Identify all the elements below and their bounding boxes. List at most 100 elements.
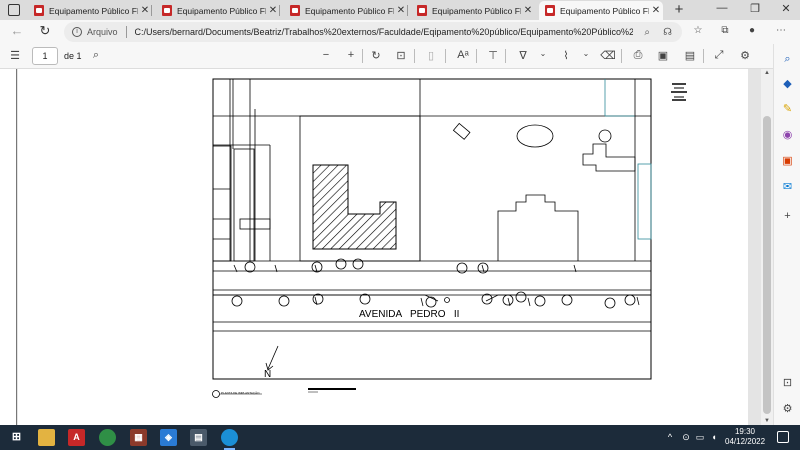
browser-tab-5-active[interactable]: Equipamento Público FINAL ✕ [539,1,663,20]
contents-icon[interactable]: ☰ [7,49,23,62]
text-options-icon[interactable]: Aᵃ [455,49,471,61]
page-left-edge [0,69,17,425]
calculator-icon[interactable]: ▤ [190,429,207,446]
tab-title: Equipamento Público FINAL [305,5,394,16]
clock-time: 19:30 [734,427,756,436]
street-label: AVENIDA PEDRO II [359,309,459,320]
highlight-dropdown-icon[interactable]: ⌄ [578,49,594,58]
draw-dropdown-icon[interactable]: ⌄ [535,49,551,58]
file-explorer-icon[interactable] [38,429,55,446]
zoom-in-icon[interactable]: + [343,49,359,61]
tab-title: Equipamento Público FINAL [49,5,138,16]
app-icon-2[interactable]: ◈ [160,429,177,446]
browser-tab-1[interactable]: Equipamento Público FINAL ✕ [28,1,152,20]
save-icon[interactable]: ▣ [655,49,671,62]
page-view-icon[interactable]: ▯ [423,49,439,62]
url-text[interactable]: C:/Users/bernard/Documents/Beatriz/Traba… [135,27,633,37]
network-icon[interactable]: ▭ [694,432,706,443]
tab-actions-icon[interactable] [8,4,20,16]
tab-close-icon[interactable]: ✕ [649,5,663,16]
site-plan-drawing: AVENIDA PEDRO II N PLANTA DE IMPLANTAÇÃO [212,78,687,398]
browser-tab-4[interactable]: Equipamento Público FINAL ✕ [411,1,535,20]
office-icon[interactable]: ▣ [780,154,795,169]
settings-gear-icon[interactable]: ⚙ [737,49,753,62]
north-label: N [264,369,271,380]
favorite-star-icon[interactable]: ☆ [690,25,706,36]
legend-text: PLANTA DE IMPLANTAÇÃO [221,390,260,395]
read-aloud-icon[interactable]: ☊ [663,27,672,38]
pdf-icon [545,5,555,16]
page-number-input[interactable]: 1 [32,47,58,65]
tab-close-icon[interactable]: ✕ [266,5,280,16]
tab-close-icon[interactable]: ✕ [394,5,408,16]
zoom-out-icon[interactable]: − [318,49,334,61]
refresh-icon[interactable]: ↻ [36,23,54,39]
tab-title: Equipamento Público FINAL [177,5,266,16]
taskbar-clock[interactable]: 19:30 04/12/2022 [725,427,765,447]
games-icon[interactable]: ◉ [780,128,795,143]
vertical-scrollbar[interactable]: ▲ ▼ [761,69,773,425]
tab-title: Equipamento Público FINAL [560,5,649,16]
autocad-icon[interactable]: A [68,429,85,446]
page-total: de 1 [64,51,82,61]
rotate-icon[interactable]: ↻ [368,49,384,62]
pdf-page: AVENIDA PEDRO II N PLANTA DE IMPLANTAÇÃO [18,69,748,425]
minimize-button[interactable]: — [712,2,732,14]
document-viewer: AVENIDA PEDRO II N PLANTA DE IMPLANTAÇÃO [0,69,761,425]
hatched-building [312,164,397,250]
add-sidebar-item-icon[interactable]: + [780,209,795,224]
volume-icon[interactable]: ◖ [708,432,720,442]
pdf-icon [162,5,172,16]
fit-to-page-icon[interactable]: ⊡ [393,49,409,62]
address-field[interactable]: i Arquivo C:/Users/bernard/Documents/Bea… [64,22,682,42]
tray-chevron-icon[interactable]: ^ [664,432,676,442]
origin-label: Arquivo [87,27,118,37]
tab-close-icon[interactable]: ✕ [138,5,152,16]
scroll-up-arrow-icon[interactable]: ▲ [761,70,773,76]
more-options-icon[interactable]: ⋯ [773,25,789,36]
site-info-icon[interactable]: i [72,27,82,37]
new-tab-button[interactable]: + [670,1,688,18]
browser-tab-3[interactable]: Equipamento Público FINAL ✕ [284,1,408,20]
pdf-icon [417,5,427,16]
tray-app-icon[interactable]: ⊙ [680,432,692,443]
fullscreen-icon[interactable]: ⤢ [711,49,727,62]
tab-close-icon[interactable]: ✕ [521,5,535,16]
tab-strip: Equipamento Público FINAL ✕ Equipamento … [0,0,800,20]
zoom-icon[interactable]: ⌕ [644,27,650,38]
app-icon-1[interactable]: ▦ [130,429,147,446]
outlook-icon[interactable]: ✉ [780,180,795,195]
highlight-icon[interactable]: ⌇ [558,49,574,62]
add-text-icon[interactable]: ⊤ [485,49,501,62]
shopping-tag-icon[interactable]: ◆ [780,77,795,92]
edge-sidebar: ⌕ ◆ ✎ ◉ ▣ ✉ + ⊡ ⚙ [773,44,800,425]
sidebar-collapse-icon[interactable]: ⊡ [780,376,795,391]
draw-icon[interactable]: ∇ [515,49,531,62]
restore-button[interactable]: ❐ [745,2,765,15]
collections-icon[interactable]: ⧉ [717,25,733,36]
address-bar-row: ← ↻ i Arquivo C:/Users/bernard/Documents… [0,20,800,44]
browser-tab-2[interactable]: Equipamento Público FINAL ✕ [156,1,280,20]
scroll-down-arrow-icon[interactable]: ▼ [761,418,773,424]
search-icon[interactable]: ⌕ [88,49,104,62]
back-arrow-icon[interactable]: ← [8,23,26,38]
print-icon[interactable]: ⎙ [630,49,646,62]
pdf-icon [290,5,300,16]
scrollbar-thumb[interactable] [763,116,771,414]
chrome-icon[interactable] [99,429,116,446]
pdf-icon [34,5,44,16]
profile-avatar[interactable]: ● [744,25,760,36]
eraser-icon[interactable]: ⌫ [600,49,616,62]
sidebar-settings-gear-icon[interactable]: ⚙ [780,402,795,417]
tools-icon[interactable]: ✎ [780,102,795,117]
close-window-button[interactable]: ✕ [776,2,796,15]
notifications-icon[interactable] [777,431,789,443]
windows-start-icon[interactable]: ⊞ [8,429,25,446]
tab-title: Equipamento Público FINAL [432,5,521,16]
windows-taskbar: ⊞ A ▦ ◈ ▤ ^ ⊙ ▭ ◖ 19:30 04/12/2022 [0,425,800,450]
search-icon[interactable]: ⌕ [780,52,795,67]
save-as-icon[interactable]: ▤ [682,49,698,62]
pdf-toolbar: ☰ 1 de 1 ⌕ − + ↻ ⊡ ▯ Aᵃ ⊤ ∇ ⌄ ⌇ ⌄ ⌫ ⎙ ▣ … [0,44,773,69]
clock-date: 04/12/2022 [725,437,766,446]
edge-icon[interactable] [221,429,238,450]
